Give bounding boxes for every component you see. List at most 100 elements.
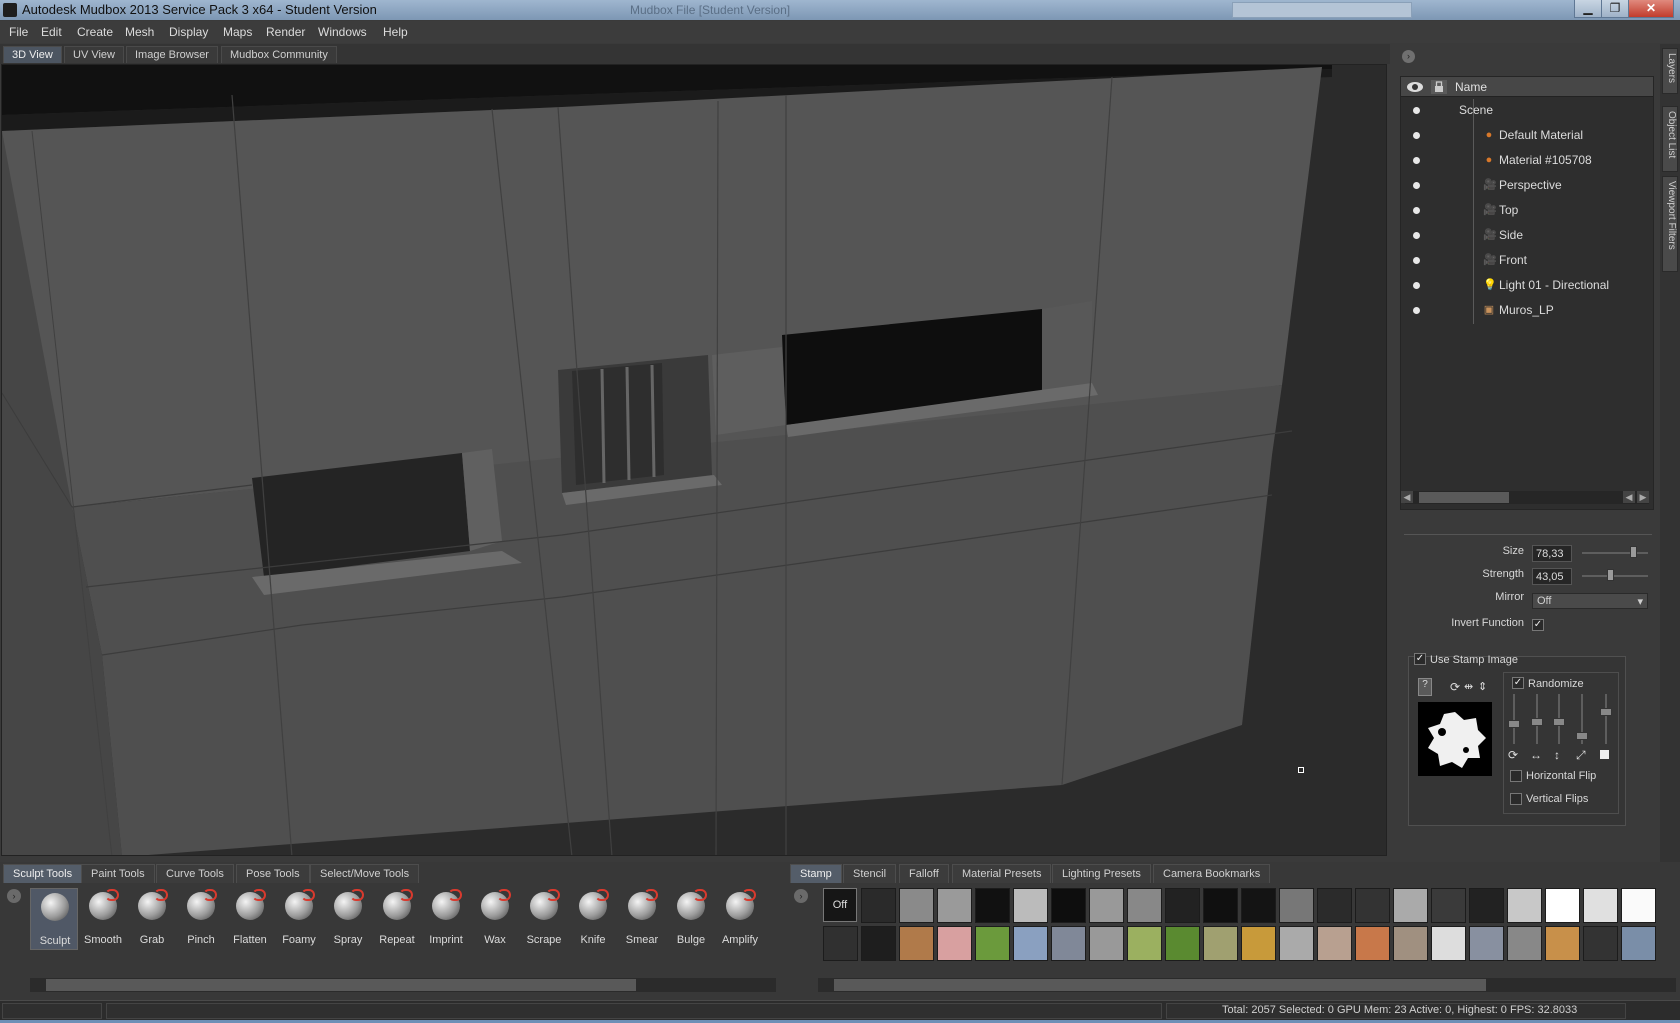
tool-imprint[interactable]: Imprint xyxy=(422,888,470,950)
tool-wax[interactable]: Wax xyxy=(471,888,519,950)
stamp-thumbnail[interactable] xyxy=(1621,926,1656,961)
stamp-thumbnail[interactable] xyxy=(1089,888,1124,923)
object-list-row[interactable]: ● Material #105708 xyxy=(1401,149,1653,174)
help-icon[interactable]: ? xyxy=(1418,678,1432,696)
strength-slider-handle[interactable] xyxy=(1607,569,1615,581)
scroll-left-arrow-icon[interactable]: ◀ xyxy=(1401,491,1413,503)
visibility-dot-icon[interactable] xyxy=(1413,132,1420,139)
rotate-random-icon[interactable]: ⟳ xyxy=(1508,748,1518,762)
stamp-thumbnail[interactable] xyxy=(1013,926,1048,961)
stamp-thumbnail[interactable] xyxy=(1545,926,1580,961)
stamp-thumbnail[interactable] xyxy=(861,888,896,923)
flip-horizontal-icon[interactable]: ↔ xyxy=(1530,748,1542,762)
flip-h-stamp-icon[interactable]: ⇹ xyxy=(1464,680,1473,693)
restore-button[interactable]: ❐ xyxy=(1601,0,1629,18)
strength-input[interactable]: 43,05 xyxy=(1532,568,1572,585)
tab-camera-bookmarks[interactable]: Camera Bookmarks xyxy=(1153,864,1271,883)
strength-slider[interactable] xyxy=(1582,575,1648,577)
stamps-hscroll[interactable] xyxy=(818,978,1676,992)
horizontal-flip-checkbox[interactable] xyxy=(1510,770,1522,782)
tools-hscroll[interactable] xyxy=(30,978,776,992)
object-list-row[interactable]: 🎥 Perspective xyxy=(1401,174,1653,199)
panel-collapse-icon[interactable]: › xyxy=(1402,50,1415,63)
stamp-thumbnail[interactable] xyxy=(1089,926,1124,961)
rotate-stamp-icon[interactable]: ⟳ xyxy=(1450,680,1460,694)
stamp-thumbnail[interactable] xyxy=(1507,888,1542,923)
tab-lighting-presets[interactable]: Lighting Presets xyxy=(1052,864,1151,883)
stamp-thumbnail[interactable] xyxy=(1279,926,1314,961)
stamp-thumbnail[interactable] xyxy=(1203,926,1238,961)
tab-material-presets[interactable]: Material Presets xyxy=(952,864,1052,883)
menu-help[interactable]: Help xyxy=(383,25,408,39)
tab-stamp[interactable]: Stamp xyxy=(790,864,842,883)
tab-falloff[interactable]: Falloff xyxy=(899,864,949,883)
invert-function-checkbox[interactable]: ✓ xyxy=(1532,619,1544,631)
random-slider-3[interactable] xyxy=(1553,694,1565,744)
tool-knife[interactable]: Knife xyxy=(569,888,617,950)
stamp-thumbnail[interactable] xyxy=(937,888,972,923)
tool-smooth[interactable]: Smooth xyxy=(79,888,127,950)
stamp-thumbnail[interactable] xyxy=(975,888,1010,923)
tab-pose-tools[interactable]: Pose Tools xyxy=(236,864,310,883)
stamp-thumbnail[interactable] xyxy=(1431,888,1466,923)
stamp-thumbnail[interactable] xyxy=(861,926,896,961)
tool-flatten[interactable]: Flatten xyxy=(226,888,274,950)
stamp-thumbnail[interactable] xyxy=(1013,888,1048,923)
object-list-row[interactable]: ● Default Material xyxy=(1401,124,1653,149)
stamp-thumbnail[interactable] xyxy=(1583,888,1618,923)
close-button[interactable]: ✕ xyxy=(1628,0,1674,18)
stamps-hscroll-thumb[interactable] xyxy=(834,979,1486,991)
stamp-thumbnail[interactable] xyxy=(1241,926,1276,961)
mirror-dropdown[interactable]: Off ▾ xyxy=(1532,593,1648,609)
stamp-thumbnail[interactable] xyxy=(1127,888,1162,923)
stamp-thumbnail[interactable] xyxy=(823,926,858,961)
vertical-flips-checkbox[interactable] xyxy=(1510,793,1522,805)
menu-maps[interactable]: Maps xyxy=(223,25,252,39)
menu-display[interactable]: Display xyxy=(169,25,208,39)
visibility-dot-icon[interactable] xyxy=(1413,307,1420,314)
tab-mudbox-community[interactable]: Mudbox Community xyxy=(221,46,337,63)
menu-render[interactable]: Render xyxy=(266,25,305,39)
object-list-hscroll[interactable]: ◀ ◀ ▶ xyxy=(1401,491,1649,504)
stamp-thumbnail[interactable] xyxy=(1393,888,1428,923)
stamp-thumbnail[interactable] xyxy=(975,926,1010,961)
menu-mesh[interactable]: Mesh xyxy=(125,25,154,39)
title-search-box[interactable] xyxy=(1232,2,1412,18)
tool-repeat[interactable]: Repeat xyxy=(373,888,421,950)
stamp-thumbnail[interactable] xyxy=(1583,926,1618,961)
tool-pinch[interactable]: Pinch xyxy=(177,888,225,950)
stamp-off-button[interactable]: Off xyxy=(823,888,857,922)
side-tab-layers[interactable]: Layers xyxy=(1662,48,1678,94)
stamp-thumbnail[interactable] xyxy=(1545,888,1580,923)
tool-amplify[interactable]: Amplify xyxy=(716,888,764,950)
tray-collapse-icon[interactable]: › xyxy=(7,889,21,903)
3d-viewport[interactable] xyxy=(1,64,1387,856)
stamp-thumbnail[interactable] xyxy=(1203,888,1238,923)
menu-windows[interactable]: Windows xyxy=(318,25,367,39)
menu-edit[interactable]: Edit xyxy=(41,25,62,39)
visibility-dot-icon[interactable] xyxy=(1413,207,1420,214)
stamp-thumbnail[interactable] xyxy=(1051,888,1086,923)
tab-paint-tools[interactable]: Paint Tools xyxy=(81,864,155,883)
size-slider-handle[interactable] xyxy=(1630,546,1638,558)
object-list-row[interactable]: 🎥 Side xyxy=(1401,224,1653,249)
tab-select-move-tools[interactable]: Select/Move Tools xyxy=(310,864,420,883)
tool-sculpt[interactable]: Sculpt xyxy=(30,888,78,950)
stamp-tray-collapse-icon[interactable]: › xyxy=(794,889,808,903)
flip-v-stamp-icon[interactable]: ⇕ xyxy=(1478,680,1487,693)
visibility-dot-icon[interactable] xyxy=(1413,282,1420,289)
tab-uv-view[interactable]: UV View xyxy=(64,46,124,63)
scroll-left-arrow-icon-2[interactable]: ◀ xyxy=(1623,491,1635,503)
tab-sculpt-tools[interactable]: Sculpt Tools xyxy=(3,864,83,883)
visibility-dot-icon[interactable] xyxy=(1413,232,1420,239)
visibility-dot-icon[interactable] xyxy=(1413,107,1420,114)
lock-icon[interactable] xyxy=(1431,80,1447,94)
stamp-thumbnail[interactable] xyxy=(1393,926,1428,961)
stamp-preview-image[interactable] xyxy=(1418,702,1492,776)
tool-smear[interactable]: Smear xyxy=(618,888,666,950)
stamp-thumbnail[interactable] xyxy=(899,926,934,961)
visibility-dot-icon[interactable] xyxy=(1413,157,1420,164)
visibility-eye-icon[interactable] xyxy=(1406,80,1424,94)
random-slider-1[interactable] xyxy=(1508,694,1520,744)
stamp-thumbnail[interactable] xyxy=(1317,888,1352,923)
